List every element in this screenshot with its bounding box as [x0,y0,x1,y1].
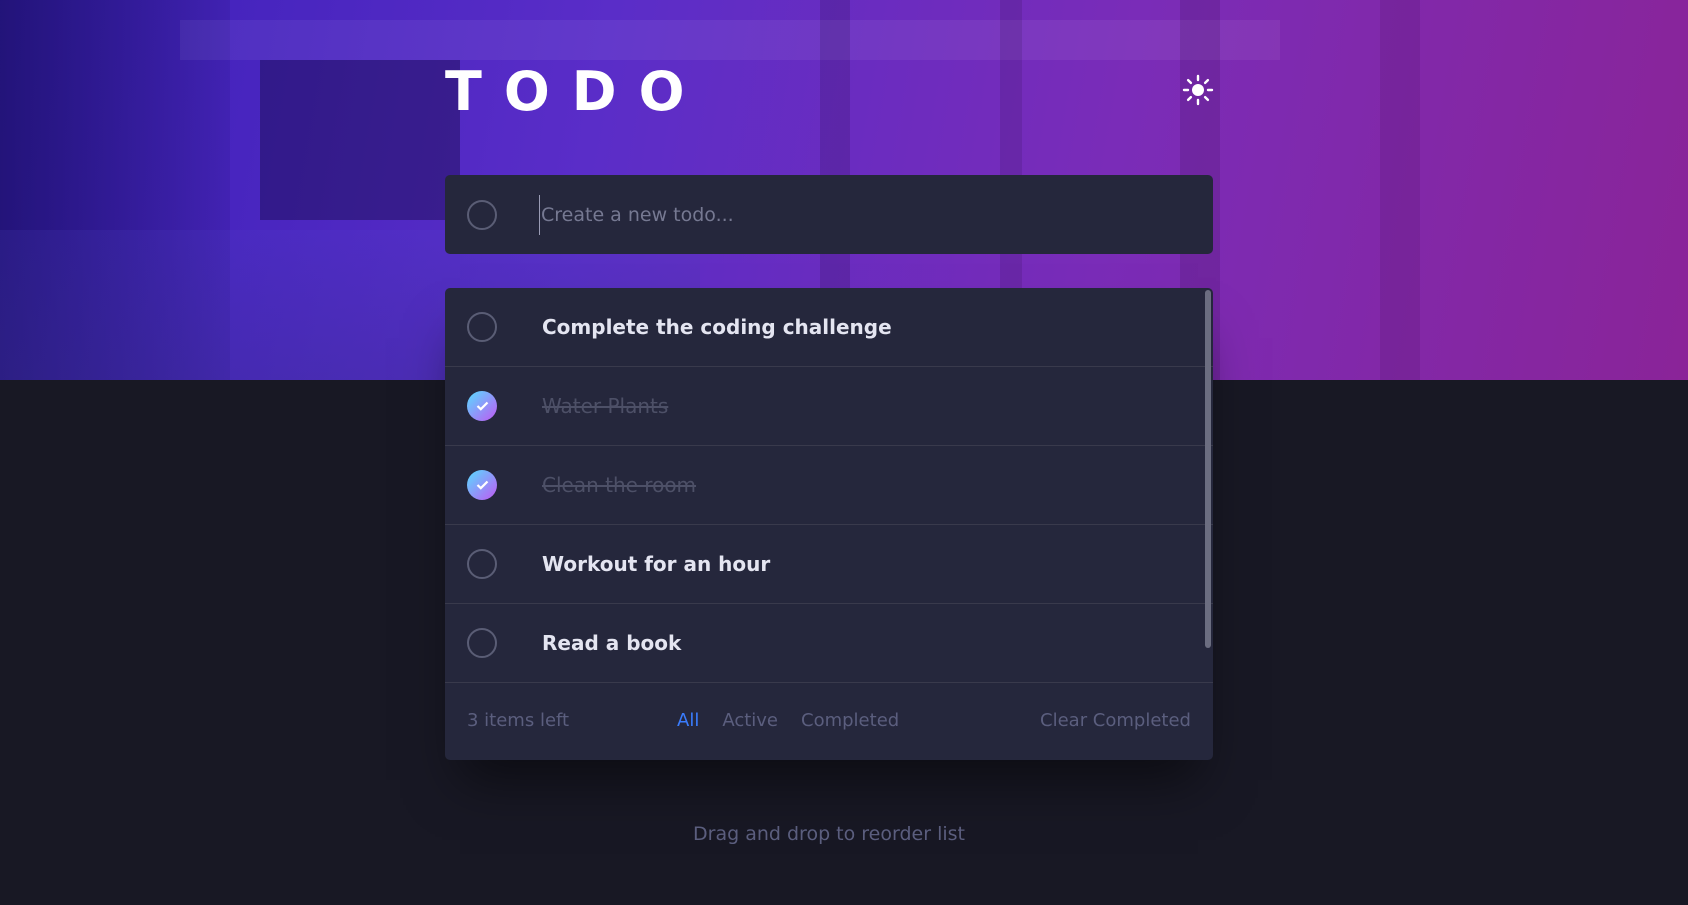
todo-item[interactable]: Workout for an hour [445,525,1213,604]
new-todo-input[interactable] [539,194,1213,235]
todo-checkbox[interactable] [467,549,497,579]
filter-all[interactable]: All [677,710,699,731]
filter-tabs: All Active Completed [677,710,899,731]
todo-text: Read a book [542,631,682,655]
new-todo-bar [445,175,1213,254]
todo-text: Complete the coding challenge [542,315,892,339]
todo-item[interactable]: Water Plants [445,367,1213,446]
check-icon [476,401,488,411]
filter-completed[interactable]: Completed [801,710,899,731]
todo-text: Water Plants [542,394,669,418]
list-scrollbar[interactable] [1205,290,1211,648]
todo-checkbox-checked[interactable] [467,391,497,421]
app-title: TODO [445,60,707,123]
list-footer: 3 items left All Active Completed Clear … [445,681,1213,760]
todo-item[interactable]: Complete the coding challenge [445,288,1213,367]
check-icon [476,480,488,490]
todo-text: Clean the room [542,473,697,497]
todo-checkbox-checked[interactable] [467,470,497,500]
drag-drop-hint: Drag and drop to reorder list [693,823,965,845]
todo-checkbox[interactable] [467,312,497,342]
items-left-count: 3 items left [467,710,570,731]
sun-icon [1182,74,1214,110]
todo-text: Workout for an hour [542,552,771,576]
todo-item[interactable]: Clean the room [445,446,1213,525]
theme-toggle-button[interactable] [1178,72,1218,112]
todo-list: Complete the coding challenge Water Plan… [445,288,1213,760]
todo-checkbox[interactable] [467,628,497,658]
new-todo-circle[interactable] [467,199,497,230]
filter-active[interactable]: Active [722,710,778,731]
todo-item[interactable]: Read a book [445,604,1213,683]
clear-completed-button[interactable]: Clear Completed [1040,710,1191,731]
